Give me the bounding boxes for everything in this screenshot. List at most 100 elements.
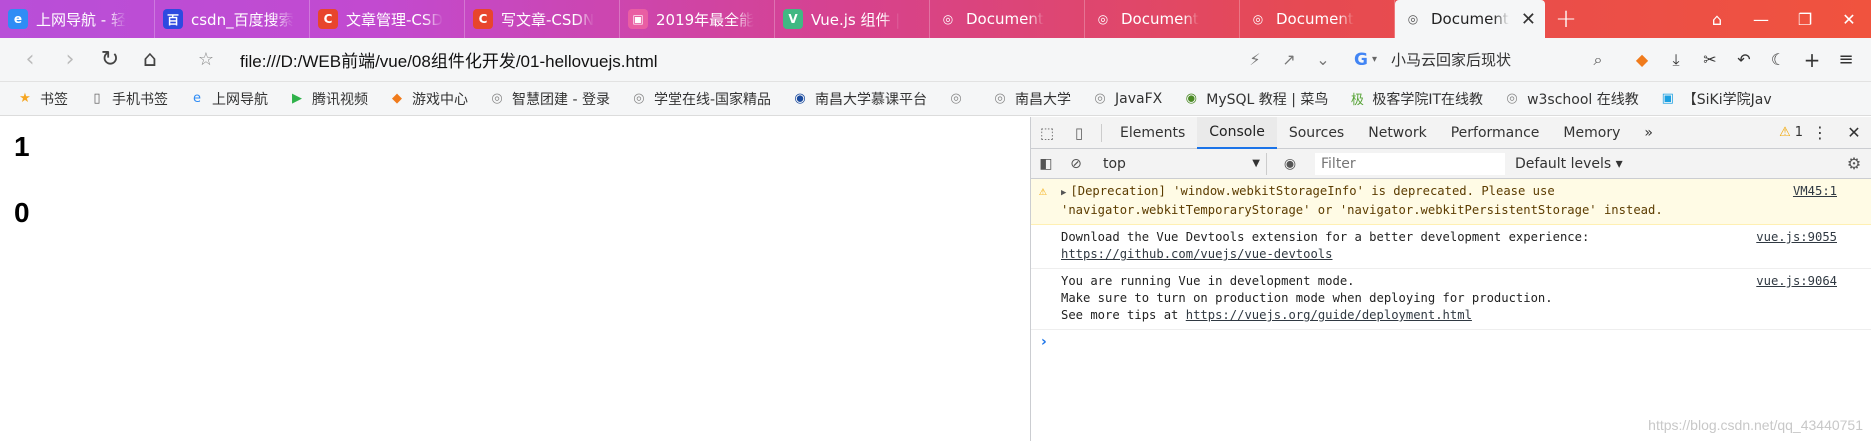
tab-1[interactable]: 百 csdn_百度搜索 [155,0,310,38]
menu-icon[interactable]: ≡ [1829,49,1863,70]
engine-dropdown-icon[interactable]: ▾ [1372,54,1377,65]
bookmark-item[interactable]: ▣ 【SiKi学院Jav [1659,89,1772,109]
forward-arrow-icon[interactable]: › [50,44,90,76]
gear-icon[interactable]: ⚙ [1837,154,1871,173]
tab-memory[interactable]: Memory [1551,117,1632,149]
bookmark-item[interactable]: ◆ 游戏中心 [388,89,468,109]
bookmark-star-icon[interactable]: ☆ [186,44,226,76]
kebab-menu-icon[interactable]: ⋮ [1803,123,1837,142]
close-devtools-icon[interactable]: ✕ [1837,123,1871,142]
bookmark-icon: ◎ [633,91,645,106]
download-icon[interactable]: ⤓ [1659,50,1693,70]
scissors-icon[interactable]: ✂ [1693,50,1727,69]
tab-3[interactable]: C 写文章-CSDN [465,0,620,38]
message-link[interactable]: https://vuejs.org/guide/deployment.html [1186,308,1472,322]
window-controls: ⌂ — ❐ ✕ [1695,0,1871,38]
tab-active[interactable]: ◎ Document ✕ [1395,0,1545,38]
message-link[interactable]: https://github.com/vuejs/vue-devtools [1061,247,1333,261]
close-window-icon[interactable]: ✕ [1827,10,1871,29]
bookmark-label: 书签 [40,91,68,108]
bookmark-item[interactable]: ◉ MySQL 教程 | 菜鸟 [1182,89,1329,109]
bookmark-label: 【SiKi学院Jav [1682,91,1772,108]
console-message: Download the Vue Devtools extension for … [1031,225,1871,269]
back-arrow-icon[interactable]: ‹ [10,44,50,76]
source-link[interactable]: vue.js:9064 [1756,273,1837,290]
heading-1: 1 [14,131,30,162]
tab-7[interactable]: ◎ Document [1085,0,1240,38]
sidebar-toggle-icon[interactable]: ◧ [1031,156,1061,172]
warning-icon: ⚠ [1779,125,1791,140]
undo-icon[interactable]: ↶ [1727,50,1761,69]
search-input[interactable]: 小马云回家后现状 [1391,49,1581,70]
warning-count[interactable]: ⚠ 1 [1779,125,1803,140]
bookmark-label: 游戏中心 [412,91,468,108]
expand-icon[interactable]: ▶ [1061,188,1066,198]
bookmark-item[interactable]: ◎ w3school 在线教 [1503,89,1639,109]
levels-dropdown[interactable]: Default levels ▾ [1515,156,1623,172]
bookmark-item[interactable]: e 上网导航 [188,89,268,109]
more-tabs-button[interactable]: » [1632,117,1665,149]
search-box[interactable]: G ▾ 小马云回家后现状 ⌕ [1350,49,1615,71]
tab-8[interactable]: ◎ Document [1240,0,1395,38]
tab-title: csdn_百度搜索 [191,10,294,29]
restore-icon[interactable]: ❐ [1783,10,1827,29]
tab-4[interactable]: ▣ 2019年最全能 [620,0,775,38]
bookmark-item[interactable]: ★ 书签 [16,89,68,109]
bookmark-icon: ▶ [292,91,302,106]
eye-icon[interactable]: ◉ [1275,156,1305,172]
skin-icon[interactable]: ⌂ [1695,10,1739,29]
chevron-down-icon[interactable]: ⌄ [1306,50,1340,69]
bookmark-icon: ◆ [392,91,402,106]
bookmark-item[interactable]: ◎ 智慧团建 - 登录 [488,89,610,109]
bookmark-label: 上网导航 [212,91,268,108]
tab-6[interactable]: ◎ Document [930,0,1085,38]
minimize-icon[interactable]: — [1739,10,1783,29]
clear-console-icon[interactable]: ⊘ [1061,156,1091,172]
bookmark-item[interactable]: ▯ 手机书签 [88,89,168,109]
filter-input[interactable] [1315,152,1505,175]
bookmark-label: w3school 在线教 [1527,91,1639,108]
reload-icon[interactable]: ↻ [90,44,130,76]
night-mode-icon[interactable]: ☾ [1761,50,1795,69]
address-input[interactable]: file:///D:/WEB前端/vue/08组件化开发/01-hellovue… [240,47,960,72]
share-icon[interactable]: ↗ [1272,50,1306,69]
context-value: top [1103,155,1126,172]
message-text: You are running Vue in development mode. [1061,274,1355,288]
console-prompt[interactable]: › [1031,330,1871,350]
close-tab-icon[interactable]: ✕ [1515,9,1536,30]
bookmark-icon: ◎ [1094,91,1106,106]
tab-0[interactable]: e 上网导航 - 轻 [0,0,155,38]
source-link[interactable]: VM45:1 [1793,183,1837,200]
tab-sources[interactable]: Sources [1277,117,1356,149]
lightning-icon[interactable]: ⚡ [1238,50,1272,69]
inspect-icon[interactable]: ⬚ [1031,124,1063,142]
bookmark-item[interactable]: ◎ 学堂在线-国家精品 [630,89,771,109]
tab-elements[interactable]: Elements [1108,117,1197,149]
tab-favicon-icon: ◎ [1097,12,1109,26]
bookmark-label: 极客学院IT在线教 [1372,91,1484,108]
source-link[interactable]: vue.js:9055 [1756,229,1837,246]
context-select[interactable]: top ▼ [1097,152,1267,175]
home-icon[interactable]: ⌂ [130,44,170,76]
divider [1101,123,1102,142]
game-controller-icon[interactable]: ◆ [1625,50,1659,69]
tab-2[interactable]: C 文章管理-CSD [310,0,465,38]
tab-favicon-icon: C [318,9,338,29]
bookmark-item[interactable]: ◎ 南昌大学 [991,89,1071,109]
bookmark-item[interactable]: ◎ [947,90,971,108]
google-icon[interactable]: G [1350,49,1372,71]
bookmark-item[interactable]: ◉ 南昌大学慕课平台 [791,89,927,109]
search-icon[interactable]: ⌕ [1581,50,1615,70]
bookmark-item[interactable]: ◎ JavaFX [1091,90,1162,108]
bookmark-item[interactable]: 极极客学院IT在线教 [1348,89,1483,109]
tab-5[interactable]: V Vue.js 组件 | [775,0,930,38]
device-toolbar-icon[interactable]: ▯ [1063,124,1095,142]
bookmark-label: MySQL 教程 | 菜鸟 [1206,91,1329,108]
globe-icon: ◎ [1407,12,1419,26]
add-icon[interactable]: + [1795,48,1829,72]
new-tab-button[interactable]: + [1545,0,1587,38]
tab-network[interactable]: Network [1356,117,1438,149]
tab-performance[interactable]: Performance [1439,117,1552,149]
bookmark-item[interactable]: ▶ 腾讯视频 [288,89,368,109]
tab-console[interactable]: Console [1197,116,1277,149]
